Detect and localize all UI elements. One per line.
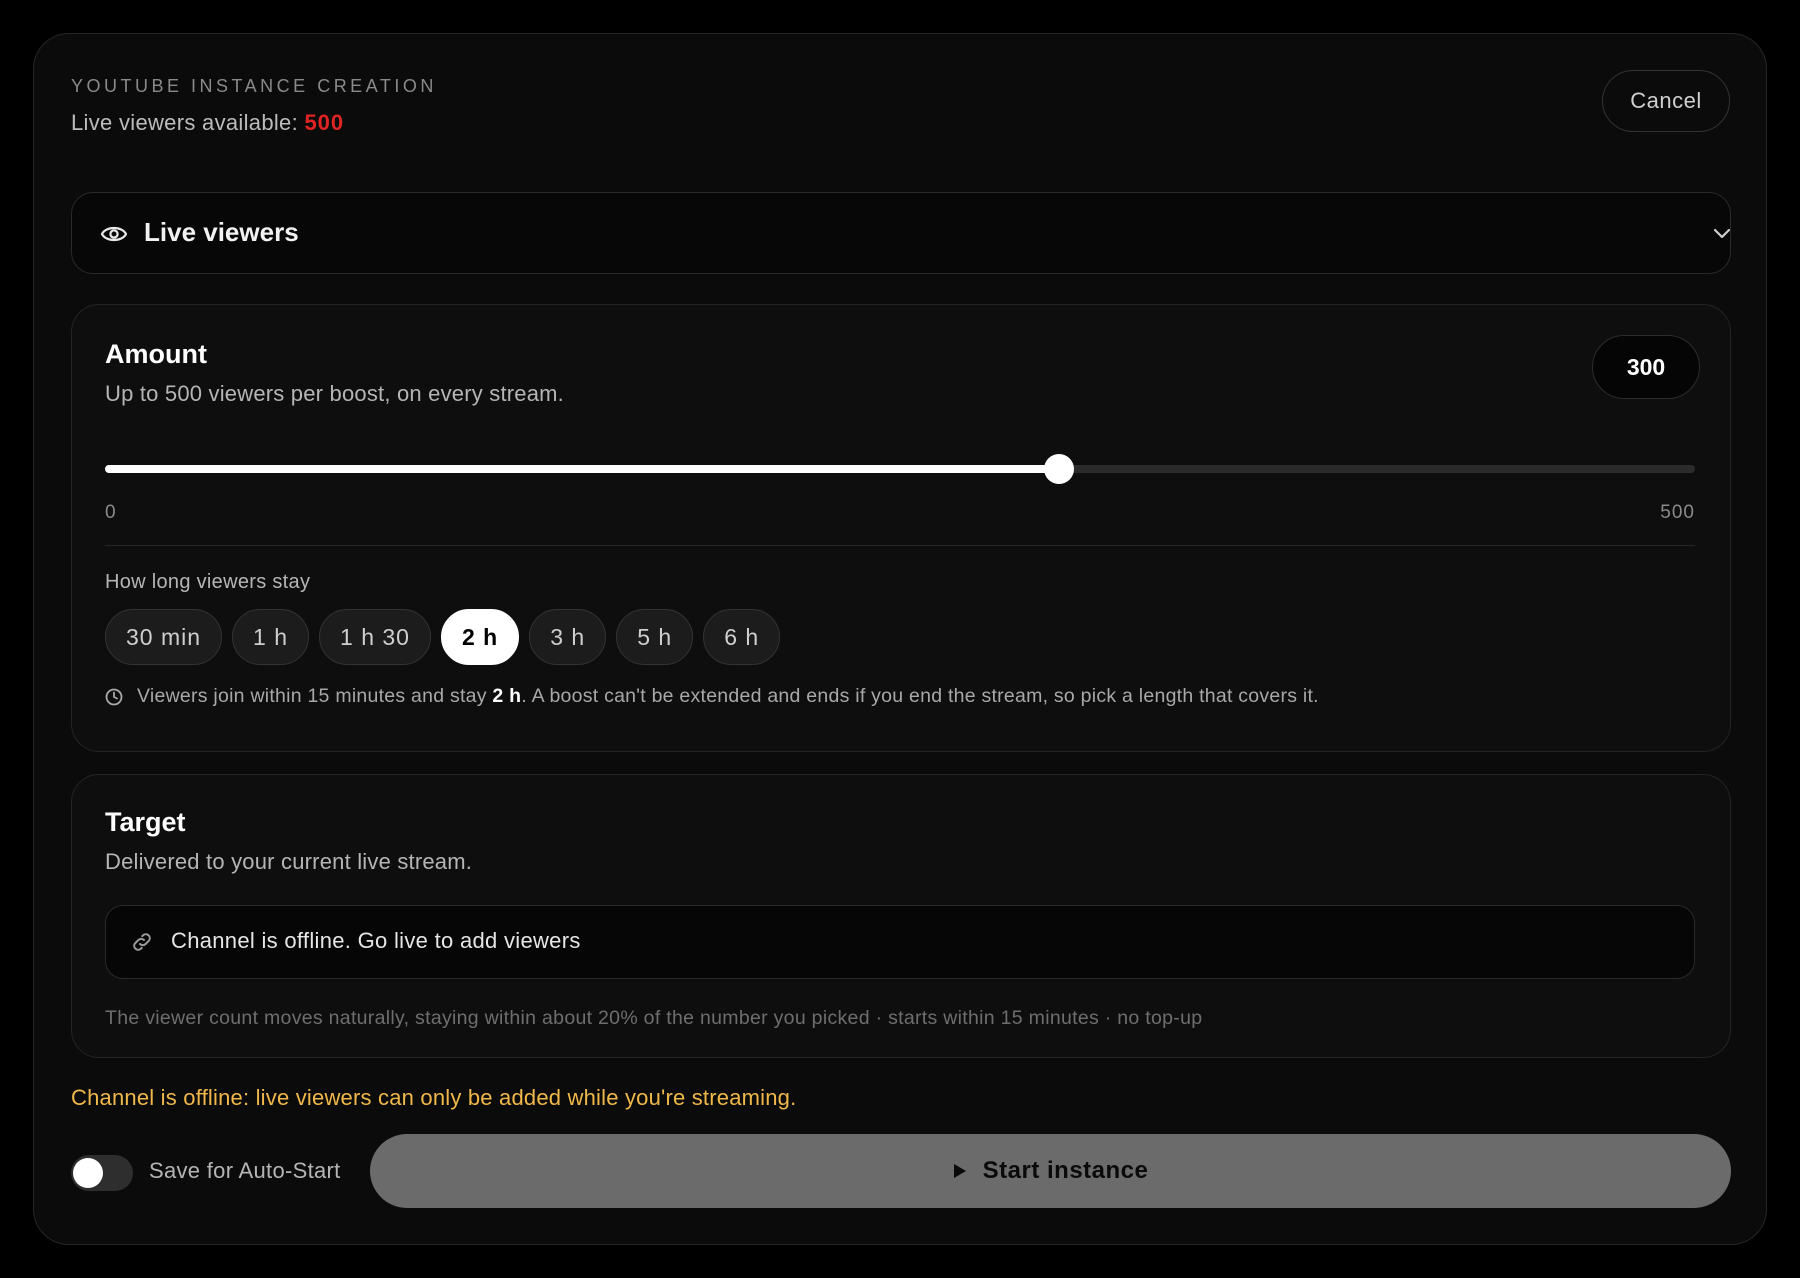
available-count: 500 <box>304 110 345 135</box>
clock-icon <box>105 688 123 705</box>
amount-slider-fill <box>105 465 1059 473</box>
amount-divider <box>105 545 1695 546</box>
stream-target-field[interactable]: Channel is offline. Go live to add viewe… <box>105 905 1695 979</box>
modal-overline: YOUTUBE INSTANCE CREATION <box>71 76 437 96</box>
cancel-button[interactable]: Cancel <box>1602 70 1730 132</box>
duration-options: 30 min 1 h 1 h 30 2 h 3 h 5 h 6 h <box>105 609 781 665</box>
slider-min-label: 0 <box>105 502 116 523</box>
target-title: Target <box>105 807 186 837</box>
duration-chip-30min[interactable]: 30 min <box>105 609 223 665</box>
auto-start-toggle[interactable] <box>71 1155 133 1191</box>
amount-card: Amount Up to 500 viewers per boost, on e… <box>71 304 1731 752</box>
amount-slider-thumb[interactable] <box>1044 454 1074 484</box>
duration-info-value: 2 h <box>492 685 522 707</box>
duration-chip-2h[interactable]: 2 h <box>440 609 520 665</box>
offline-warning: Channel is offline: live viewers can onl… <box>71 1085 797 1110</box>
duration-info: Viewers join within 15 minutes and stay … <box>105 685 1319 708</box>
amount-slider[interactable] <box>105 454 1695 484</box>
stream-target-text: Channel is offline. Go live to add viewe… <box>171 928 581 953</box>
slider-max-label: 500 <box>1660 502 1695 523</box>
start-instance-label: Start instance <box>982 1157 1149 1184</box>
service-dropdown[interactable]: Live viewers <box>71 192 1731 274</box>
target-card: Target Delivered to your current live st… <box>71 774 1731 1058</box>
amount-title: Amount <box>105 339 207 369</box>
service-dropdown-label: Live viewers <box>144 217 299 247</box>
auto-start-toggle-knob <box>73 1158 103 1188</box>
instance-creation-modal: YOUTUBE INSTANCE CREATION Live viewers a… <box>33 33 1767 1245</box>
duration-chip-3h[interactable]: 3 h <box>529 609 607 665</box>
duration-info-suffix: . A boost can't be extended and ends if … <box>521 685 1319 707</box>
duration-chip-1h[interactable]: 1 h <box>232 609 310 665</box>
auto-start-label: Save for Auto-Start <box>149 1158 341 1183</box>
target-note: The viewer count moves naturally, stayin… <box>105 1007 1203 1029</box>
duration-chip-1h30[interactable]: 1 h 30 <box>319 609 431 665</box>
play-icon <box>953 1164 966 1178</box>
target-subtitle: Delivered to your current live stream. <box>105 849 473 874</box>
duration-chip-6h[interactable]: 6 h <box>703 609 781 665</box>
duration-chip-5h[interactable]: 5 h <box>616 609 694 665</box>
link-icon <box>133 933 151 951</box>
start-instance-button[interactable]: Start instance <box>370 1134 1731 1208</box>
eye-icon <box>100 226 128 242</box>
duration-label: How long viewers stay <box>105 571 311 593</box>
amount-subtitle: Up to 500 viewers per boost, on every st… <box>105 381 564 406</box>
duration-info-prefix: Viewers join within 15 minutes and stay <box>137 685 487 707</box>
amount-value-input[interactable]: 300 <box>1592 335 1700 399</box>
available-viewers: Live viewers available: 500 <box>71 110 344 136</box>
available-label: Live viewers available: <box>71 110 299 135</box>
chevron-down-icon <box>1713 228 1731 239</box>
